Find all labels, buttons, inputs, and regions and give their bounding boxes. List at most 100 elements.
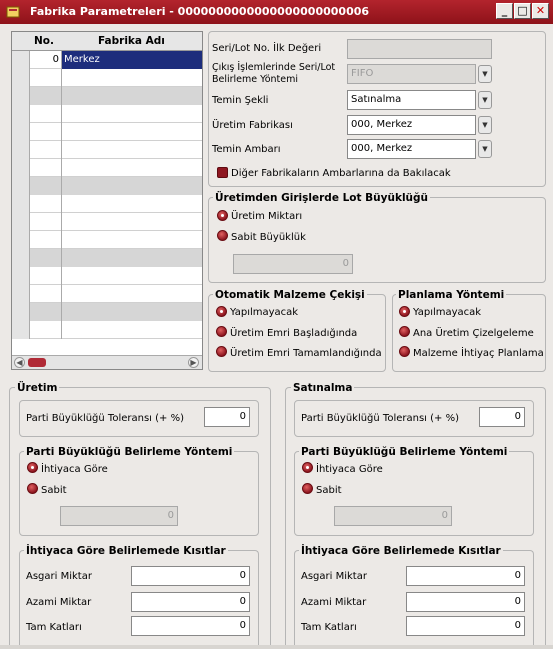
cell-no[interactable] <box>30 159 62 177</box>
uretim-ihtiyaca-gore-radio[interactable] <box>27 462 38 473</box>
row-indicator[interactable] <box>12 123 30 141</box>
cell-no[interactable] <box>30 231 62 249</box>
row-indicator[interactable] <box>12 159 30 177</box>
row-indicator[interactable] <box>12 51 30 69</box>
cell-fabrika-adi[interactable] <box>62 87 202 105</box>
cell-fabrika-adi[interactable] <box>62 213 202 231</box>
satinalma-sabit-radio[interactable] <box>302 483 313 494</box>
row-indicator[interactable] <box>12 321 30 339</box>
table-row[interactable] <box>12 177 202 195</box>
table-row[interactable] <box>12 195 202 213</box>
uretim-tam-katlari-field[interactable]: 0 <box>131 616 250 636</box>
table-row[interactable] <box>12 123 202 141</box>
grid-horizontal-scrollbar[interactable]: ◀ ▶ <box>12 355 202 369</box>
uretim-tolerans-field[interactable]: 0 <box>204 407 250 427</box>
cell-no[interactable] <box>30 69 62 87</box>
cell-no[interactable] <box>30 267 62 285</box>
row-indicator[interactable] <box>12 141 30 159</box>
scroll-thumb[interactable] <box>28 358 46 367</box>
column-header-fabrika-adi[interactable]: Fabrika Adı <box>98 35 165 47</box>
cell-fabrika-adi[interactable] <box>62 267 202 285</box>
cell-fabrika-adi[interactable] <box>62 285 202 303</box>
cell-no[interactable]: 0 <box>30 51 62 69</box>
scroll-left-icon[interactable]: ◀ <box>14 357 25 368</box>
row-indicator[interactable] <box>12 249 30 267</box>
row-indicator[interactable] <box>12 87 30 105</box>
cell-fabrika-adi[interactable] <box>62 177 202 195</box>
table-row[interactable] <box>12 69 202 87</box>
cell-fabrika-adi[interactable] <box>62 303 202 321</box>
uretim-sabit-radio[interactable] <box>27 483 38 494</box>
cell-fabrika-adi[interactable] <box>62 123 202 141</box>
cell-no[interactable] <box>30 177 62 195</box>
uretim-emri-basladiginda-radio[interactable] <box>216 326 227 337</box>
column-header-no[interactable]: No. <box>34 35 54 47</box>
cell-no[interactable] <box>30 123 62 141</box>
cell-no[interactable] <box>30 87 62 105</box>
uretim-emri-tamamlandiginda-radio[interactable] <box>216 346 227 357</box>
diger-fabrikalar-checkbox[interactable] <box>217 167 228 178</box>
table-row[interactable] <box>12 285 202 303</box>
satinalma-ihtiyaca-gore-radio[interactable] <box>302 462 313 473</box>
cell-fabrika-adi[interactable] <box>62 69 202 87</box>
planlama-yapilmayacak-radio[interactable] <box>399 306 410 317</box>
table-row[interactable] <box>12 213 202 231</box>
row-indicator[interactable] <box>12 231 30 249</box>
row-indicator[interactable] <box>12 105 30 123</box>
table-row[interactable] <box>12 321 202 339</box>
row-indicator[interactable] <box>12 69 30 87</box>
factory-grid[interactable]: No. Fabrika Adı 0 Merkez ◀ ▶ <box>11 31 203 370</box>
chevron-down-icon[interactable]: ▼ <box>478 116 492 134</box>
cell-no[interactable] <box>30 213 62 231</box>
cell-fabrika-adi[interactable] <box>62 231 202 249</box>
ana-uretim-cizelgeleme-radio[interactable] <box>399 326 410 337</box>
cell-fabrika-adi[interactable] <box>62 321 202 339</box>
row-indicator[interactable] <box>12 303 30 321</box>
uretim-azami-field[interactable]: 0 <box>131 592 250 612</box>
satinalma-asgari-field[interactable]: 0 <box>406 566 525 586</box>
table-row[interactable] <box>12 249 202 267</box>
chevron-down-icon[interactable]: ▼ <box>478 91 492 109</box>
cell-fabrika-adi[interactable]: Merkez <box>62 51 202 69</box>
cell-fabrika-adi[interactable] <box>62 105 202 123</box>
row-indicator[interactable] <box>12 177 30 195</box>
cell-no[interactable] <box>30 303 62 321</box>
temin-sekli-select[interactable]: Satınalma <box>347 90 476 110</box>
close-button[interactable]: ✕ <box>532 3 549 19</box>
sabit-buyukluk-radio[interactable] <box>217 230 228 241</box>
cell-no[interactable] <box>30 285 62 303</box>
row-indicator[interactable] <box>12 285 30 303</box>
row-indicator[interactable] <box>12 213 30 231</box>
row-indicator[interactable] <box>12 195 30 213</box>
satinalma-azami-field[interactable]: 0 <box>406 592 525 612</box>
cell-no[interactable] <box>30 249 62 267</box>
temin-ambari-field[interactable]: 000, Merkez <box>347 139 476 159</box>
table-row[interactable] <box>12 159 202 177</box>
malzeme-ihtiyac-planlama-radio[interactable] <box>399 346 410 357</box>
uretim-miktari-radio[interactable] <box>217 210 228 221</box>
table-row[interactable] <box>12 267 202 285</box>
table-row[interactable] <box>12 141 202 159</box>
table-row[interactable] <box>12 105 202 123</box>
table-row[interactable]: 0 Merkez <box>12 51 202 69</box>
otomatik-yapilmayacak-radio[interactable] <box>216 306 227 317</box>
uretim-fabrikasi-field[interactable]: 000, Merkez <box>347 115 476 135</box>
cell-no[interactable] <box>30 105 62 123</box>
chevron-down-icon[interactable]: ▼ <box>478 140 492 158</box>
minimize-button[interactable]: _ <box>496 3 513 19</box>
uretim-asgari-field[interactable]: 0 <box>131 566 250 586</box>
row-indicator[interactable] <box>12 267 30 285</box>
cell-no[interactable] <box>30 195 62 213</box>
table-row[interactable] <box>12 231 202 249</box>
cell-fabrika-adi[interactable] <box>62 195 202 213</box>
table-row[interactable] <box>12 303 202 321</box>
satinalma-tam-katlari-field[interactable]: 0 <box>406 616 525 636</box>
satinalma-tolerans-field[interactable]: 0 <box>479 407 525 427</box>
chevron-down-icon[interactable]: ▼ <box>478 65 492 83</box>
cell-no[interactable] <box>30 321 62 339</box>
cell-fabrika-adi[interactable] <box>62 159 202 177</box>
scroll-right-icon[interactable]: ▶ <box>188 357 199 368</box>
maximize-button[interactable]: □ <box>514 3 531 19</box>
cell-fabrika-adi[interactable] <box>62 249 202 267</box>
table-row[interactable] <box>12 87 202 105</box>
